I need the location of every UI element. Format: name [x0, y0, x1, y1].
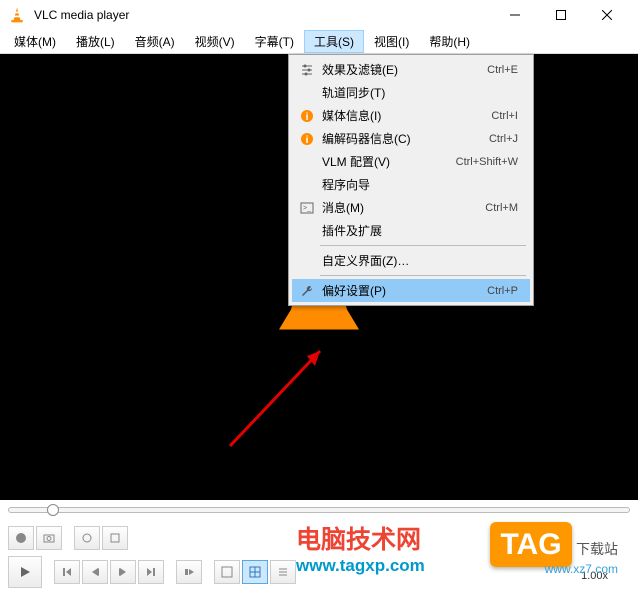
menu-item-shortcut: Ctrl+J: [489, 133, 526, 145]
watermark-xz7: TAG 下载站 www.xz7.com: [490, 528, 618, 576]
menu-item-label: 轨道同步(T): [318, 84, 518, 101]
menu-subtitle[interactable]: 字幕(T): [245, 30, 304, 53]
menu-view[interactable]: 视图(I): [364, 30, 419, 53]
prev-button[interactable]: [82, 560, 108, 584]
seek-thumb[interactable]: [47, 504, 59, 516]
menu-audio[interactable]: 音频(A): [125, 30, 185, 53]
vlc-cone-icon: [8, 6, 26, 24]
menu-item-track-sync[interactable]: 轨道同步(T): [292, 81, 530, 104]
loop-a-button[interactable]: [74, 526, 100, 550]
menu-item-label: VLM 配置(V): [318, 153, 456, 170]
annotation-arrow: [225, 341, 335, 451]
close-button[interactable]: [584, 0, 630, 30]
menu-item-label: 消息(M): [318, 199, 485, 216]
menu-item-shortcut: Ctrl+M: [485, 202, 526, 214]
watermark-site-url: www.tagxp.com: [296, 556, 425, 576]
menu-item-shortcut: Ctrl+I: [491, 110, 526, 122]
menu-media[interactable]: 媒体(M): [4, 30, 66, 53]
record-button[interactable]: [8, 526, 34, 550]
tools-dropdown-menu: 效果及滤镜(E) Ctrl+E 轨道同步(T) i 媒体信息(I) Ctrl+I…: [288, 54, 534, 306]
menu-item-vlm-config[interactable]: VLM 配置(V) Ctrl+Shift+W: [292, 150, 530, 173]
watermark-tagxp: 电脑技术网 www.tagxp.com: [296, 520, 425, 576]
next-button[interactable]: [110, 560, 136, 584]
sliders-icon: [296, 63, 318, 77]
menu-item-codec-info[interactable]: i 编解码器信息(C) Ctrl+J: [292, 127, 530, 150]
menu-item-preferences[interactable]: 偏好设置(P) Ctrl+P: [292, 279, 530, 302]
menu-item-label: 效果及滤镜(E): [318, 61, 487, 78]
step-back-button[interactable]: [54, 560, 80, 584]
seek-bar[interactable]: [0, 500, 638, 520]
minimize-button[interactable]: [492, 0, 538, 30]
info-icon: i: [296, 132, 318, 146]
menu-item-messages[interactable]: >_ 消息(M) Ctrl+M: [292, 196, 530, 219]
menu-item-media-info[interactable]: i 媒体信息(I) Ctrl+I: [292, 104, 530, 127]
loop-b-button[interactable]: [102, 526, 128, 550]
menu-item-label: 偏好设置(P): [318, 282, 487, 299]
menu-item-shortcut: Ctrl+P: [487, 285, 526, 297]
svg-text:i: i: [306, 135, 309, 146]
menu-separator: [320, 245, 526, 246]
playlist-button[interactable]: [270, 560, 296, 584]
wrench-icon: [296, 284, 318, 298]
snapshot-button[interactable]: [36, 526, 62, 550]
menu-video[interactable]: 视频(V): [185, 30, 245, 53]
svg-text:i: i: [306, 112, 309, 123]
menu-tools[interactable]: 工具(S): [304, 30, 364, 53]
menu-item-shortcut: Ctrl+E: [487, 64, 526, 76]
window-titlebar: VLC media player: [0, 0, 638, 30]
console-icon: >_: [296, 201, 318, 215]
menu-item-label: 程序向导: [318, 176, 518, 193]
watermark-subtext: 下载站: [576, 541, 618, 557]
frame-step-button[interactable]: [176, 560, 202, 584]
window-title: VLC media player: [34, 8, 492, 22]
menu-item-customize[interactable]: 自定义界面(Z)…: [292, 249, 530, 272]
fullscreen-button[interactable]: [214, 560, 240, 584]
menu-item-program-guide[interactable]: 程序向导: [292, 173, 530, 196]
menu-item-shortcut: Ctrl+Shift+W: [456, 156, 526, 168]
main-menu-bar[interactable]: 媒体(M) 播放(L) 音频(A) 视频(V) 字幕(T) 工具(S) 视图(I…: [0, 30, 638, 54]
watermark-site-name: 电脑技术网: [296, 520, 425, 556]
menu-help[interactable]: 帮助(H): [419, 30, 480, 53]
info-icon: i: [296, 109, 318, 123]
watermark-badge: TAG: [490, 522, 571, 567]
play-button[interactable]: [8, 556, 42, 588]
maximize-button[interactable]: [538, 0, 584, 30]
svg-text:>_: >_: [303, 205, 311, 212]
extended-panel-button[interactable]: [242, 560, 268, 584]
menu-item-label: 编解码器信息(C): [318, 130, 489, 147]
seek-track[interactable]: [8, 507, 630, 513]
menu-item-effects[interactable]: 效果及滤镜(E) Ctrl+E: [292, 58, 530, 81]
step-fwd-button[interactable]: [138, 560, 164, 584]
menu-item-label: 自定义界面(Z)…: [318, 252, 518, 269]
menu-item-label: 媒体信息(I): [318, 107, 491, 124]
menu-item-label: 插件及扩展: [318, 222, 518, 239]
menu-item-plugins[interactable]: 插件及扩展: [292, 219, 530, 242]
menu-playback[interactable]: 播放(L): [66, 30, 125, 53]
menu-separator: [320, 275, 526, 276]
